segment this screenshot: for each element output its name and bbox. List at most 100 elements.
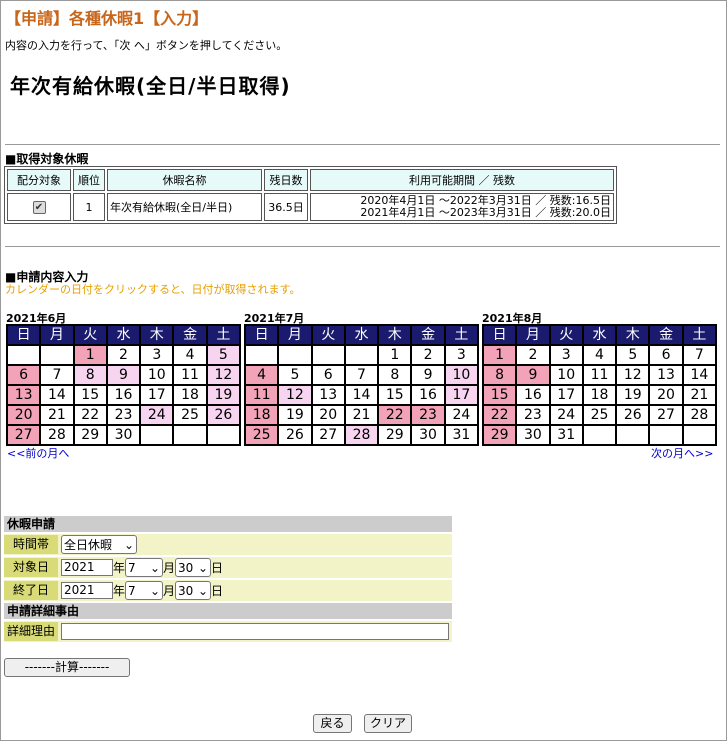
calendar-day[interactable]: 20 [650,386,682,404]
calendar-day[interactable]: 28 [683,406,715,424]
start-day-select[interactable]: 30 ⌄ [175,558,212,577]
calendar-day[interactable]: 24 [550,406,582,424]
end-year-input[interactable]: 2021 [61,582,113,599]
calendar-day[interactable]: 5 [207,346,239,364]
calendar-day[interactable]: 16 [412,386,444,404]
calendar-day[interactable]: 5 [617,346,649,364]
calendar-day[interactable]: 28 [41,426,73,444]
calendar-day[interactable]: 14 [41,386,73,404]
calendar-day[interactable]: 8 [74,366,106,384]
calendar-day[interactable]: 13 [8,386,40,404]
calendar-day[interactable]: 3 [550,346,582,364]
next-month-link[interactable]: 次の月へ>> [651,445,713,461]
calendar-day[interactable]: 7 [345,366,378,384]
calendar-day[interactable]: 3 [445,346,477,364]
calendar-day[interactable]: 4 [174,346,206,364]
calendar-day[interactable]: 20 [8,406,40,424]
calendar-day[interactable]: 2 [412,346,444,364]
calendar-day[interactable]: 26 [617,406,649,424]
calendar-day[interactable]: 1 [484,346,516,364]
calendar-day[interactable]: 11 [583,366,616,384]
allocation-checkbox[interactable]: ✔ [32,201,46,214]
calendar-day[interactable]: 26 [279,426,311,444]
calendar-day[interactable]: 20 [312,406,344,424]
calendar-day[interactable]: 13 [650,366,682,384]
calendar-day[interactable]: 7 [683,346,715,364]
calendar-day[interactable]: 4 [246,366,278,384]
calendar-day[interactable]: 2 [107,346,140,364]
reason-input[interactable] [61,623,449,640]
calendar-day[interactable]: 30 [517,426,549,444]
calendar-day[interactable]: 25 [174,406,206,424]
calendar-day[interactable]: 9 [107,366,140,384]
calendar-day[interactable]: 21 [345,406,378,424]
calendar-day[interactable]: 30 [412,426,444,444]
calendar-day[interactable]: 27 [312,426,344,444]
calendar-day[interactable]: 24 [445,406,477,424]
calendar-day[interactable]: 1 [74,346,106,364]
calendar-day[interactable]: 17 [141,386,173,404]
calendar-day[interactable]: 18 [246,406,278,424]
calendar-day[interactable]: 29 [74,426,106,444]
calendar-day[interactable]: 22 [74,406,106,424]
calendar-day[interactable]: 2 [517,346,549,364]
back-button[interactable]: 戻る [313,714,352,733]
calendar-day[interactable]: 15 [484,386,516,404]
calendar-day[interactable]: 30 [107,426,140,444]
calendar-day[interactable]: 25 [583,406,616,424]
calendar-day[interactable]: 10 [550,366,582,384]
calendar-day[interactable]: 23 [517,406,549,424]
calendar-day[interactable]: 19 [279,406,311,424]
calculate-button[interactable]: -------計算------- [4,658,130,677]
calendar-day[interactable]: 21 [683,386,715,404]
calendar-day[interactable]: 31 [445,426,477,444]
calendar-day[interactable]: 25 [246,426,278,444]
calendar-day[interactable]: 6 [312,366,344,384]
calendar-day[interactable]: 17 [550,386,582,404]
calendar-day[interactable]: 22 [484,406,516,424]
calendar-day[interactable]: 31 [550,426,582,444]
calendar-day[interactable]: 29 [484,426,516,444]
calendar-day[interactable]: 11 [246,386,278,404]
calendar-day[interactable]: 4 [583,346,616,364]
calendar-day[interactable]: 10 [445,366,477,384]
calendar-day[interactable]: 12 [617,366,649,384]
calendar-day[interactable]: 29 [379,426,411,444]
end-day-select[interactable]: 30 ⌄ [175,581,212,600]
calendar-day[interactable]: 18 [174,386,206,404]
calendar-day[interactable]: 15 [379,386,411,404]
calendar-day[interactable]: 6 [8,366,40,384]
calendar-day[interactable]: 11 [174,366,206,384]
calendar-day[interactable]: 17 [445,386,477,404]
end-month-select[interactable]: 7 ⌄ [125,581,164,600]
calendar-day[interactable]: 27 [8,426,40,444]
calendar-day[interactable]: 21 [41,406,73,424]
calendar-day[interactable]: 16 [517,386,549,404]
calendar-day[interactable]: 10 [141,366,173,384]
calendar-day[interactable]: 26 [207,406,239,424]
calendar-day[interactable]: 12 [279,386,311,404]
calendar-day[interactable]: 19 [617,386,649,404]
calendar-day[interactable]: 16 [107,386,140,404]
clear-button[interactable]: クリア [364,714,412,733]
calendar-day[interactable]: 14 [683,366,715,384]
calendar-day[interactable]: 22 [379,406,411,424]
calendar-day[interactable]: 27 [650,406,682,424]
calendar-day[interactable]: 24 [141,406,173,424]
calendar-day[interactable]: 14 [345,386,378,404]
calendar-day[interactable]: 5 [279,366,311,384]
calendar-day[interactable]: 19 [207,386,239,404]
calendar-day[interactable]: 28 [345,426,378,444]
calendar-day[interactable]: 7 [41,366,73,384]
time-select[interactable]: 全日休暇 ⌄ [61,535,137,554]
calendar-day[interactable]: 12 [207,366,239,384]
calendar-day[interactable]: 13 [312,386,344,404]
calendar-day[interactable]: 8 [379,366,411,384]
calendar-day[interactable]: 23 [107,406,140,424]
start-month-select[interactable]: 7 ⌄ [125,558,164,577]
calendar-day[interactable]: 15 [74,386,106,404]
prev-month-link[interactable]: <<前の月へ [7,445,69,461]
calendar-day[interactable]: 3 [141,346,173,364]
calendar-day[interactable]: 18 [583,386,616,404]
calendar-day[interactable]: 23 [412,406,444,424]
